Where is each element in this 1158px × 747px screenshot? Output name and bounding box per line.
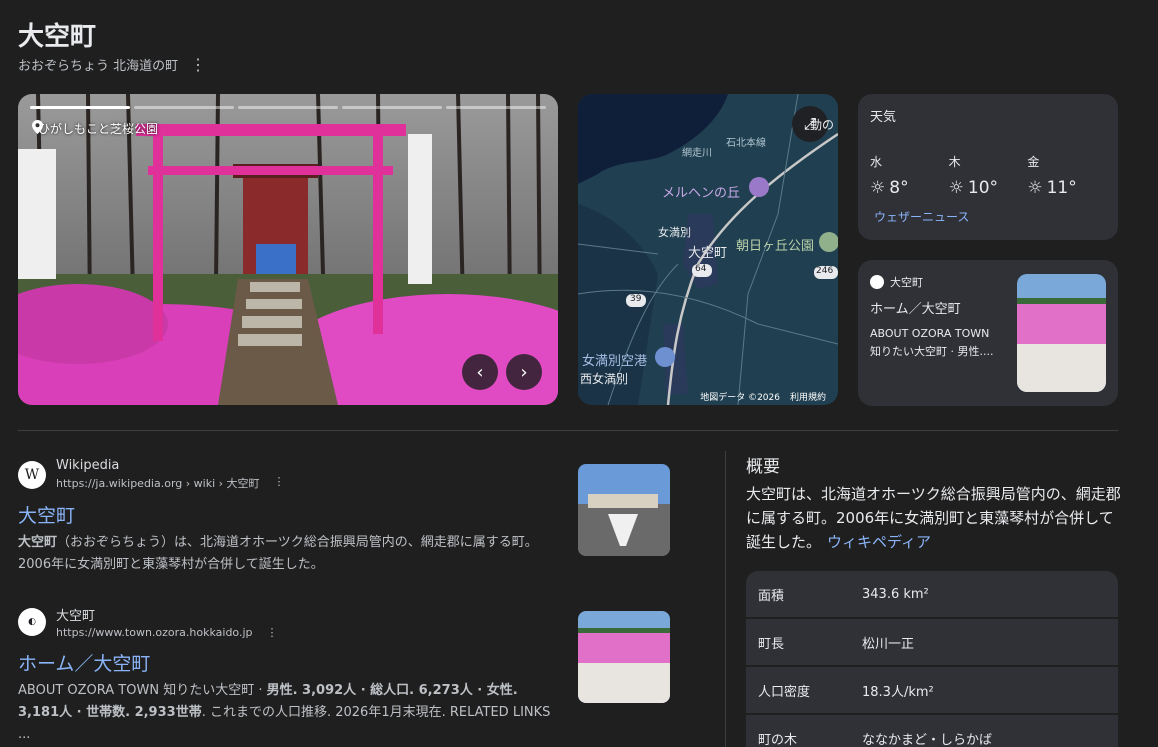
carousel-prev-button[interactable]: ‹: [462, 354, 498, 390]
map-label-park[interactable]: 朝日ヶ丘公園: [736, 235, 814, 254]
chevron-left-icon: ‹: [476, 361, 484, 383]
wikipedia-icon: W: [18, 460, 46, 489]
result-site-name: 大空町: [56, 609, 96, 624]
site-favicon-icon: [870, 275, 884, 289]
subtitle-text: おおぞらちょう 北海道の町: [18, 59, 179, 74]
fact-row: 面積 343.6 km²: [746, 571, 1118, 617]
column-divider: [725, 451, 726, 747]
wikipedia-link[interactable]: ウィキペディア: [827, 533, 931, 551]
result-title-link[interactable]: 大空町: [18, 501, 558, 528]
result-url-row: https://ja.wikipedia.org › wiki › 大空町 ⋮: [56, 475, 285, 491]
result-source[interactable]: W Wikipedia https://ja.wikipedia.org › w…: [18, 458, 558, 491]
result-url-row: https://www.town.ozora.hokkaido.jp ⋮: [56, 626, 278, 639]
weather-days: 水 ☼ 8° 木 ☼ 10° 金 ☼ 11°: [870, 153, 1106, 198]
more-options-icon[interactable]: ⋮: [267, 626, 278, 639]
day-temp: 10°: [967, 178, 999, 198]
day-name: 金: [1027, 155, 1040, 169]
snippet-text: ABOUT OZORA TOWN 知りたい大空町 ·: [18, 683, 267, 698]
fact-row: 町長 松川一正: [746, 619, 1118, 665]
weather-day[interactable]: 金 ☼ 11°: [1027, 153, 1106, 198]
result-thumbnail[interactable]: [578, 464, 670, 556]
town-logo-icon: ◐: [18, 608, 46, 636]
site-card-title[interactable]: ホーム／大空町: [870, 298, 961, 317]
fact-value[interactable]: ななかまど・しらかば: [862, 729, 1118, 747]
page-title: 大空町: [18, 22, 97, 52]
map-data-credit: 地図データ ©2026: [700, 393, 780, 403]
route-246: 246: [816, 266, 834, 276]
overview-text: 大空町は、北海道オホーツク総合振興局管内の、網走郡に属する町。2006年に女満別…: [746, 482, 1121, 554]
result-thumbnail[interactable]: [578, 611, 670, 703]
fact-key: 人口密度: [758, 684, 811, 700]
route-39: 39: [630, 294, 642, 304]
carousel-progress: [30, 106, 546, 109]
map-label-river: 網走川: [682, 148, 712, 159]
snippet-text: （おおぞらちょう）は、北海道オホーツク総合振興局管内の、網走郡に属する町。200…: [18, 535, 538, 572]
sun-icon: ☼: [1027, 178, 1043, 198]
fact-key: 面積: [758, 588, 785, 604]
hero-photo-carousel[interactable]: ひがしもこと芝桜公園 ‹ ›: [18, 94, 558, 405]
fact-row: 町の木 ななかまど・しらかば: [746, 715, 1118, 747]
map-label-nishi[interactable]: 西女満別: [580, 370, 628, 387]
map-label-rail: 石北本線: [726, 138, 766, 149]
chevron-right-icon: ›: [520, 361, 528, 383]
sun-icon: ☼: [948, 178, 964, 198]
weather-news-link[interactable]: ウェザーニュース: [874, 208, 969, 225]
fact-key: 町長: [758, 636, 785, 652]
fact-value: 343.6 km²: [862, 586, 929, 602]
sun-icon: ☼: [870, 178, 886, 198]
site-card-thumbnail[interactable]: [1017, 274, 1106, 392]
site-card-source: 大空町: [870, 274, 923, 290]
site-card[interactable]: 大空町 ホーム／大空町 ABOUT OZORA TOWN 知りたい大空町 · 男…: [858, 260, 1118, 406]
overview-title: 概要: [746, 457, 780, 477]
result-snippet: ABOUT OZORA TOWN 知りたい大空町 · 男性. 3,092人 · …: [18, 680, 558, 746]
site-card-name: 大空町: [890, 276, 923, 289]
fact-key: 町の木: [758, 732, 798, 747]
map-label-memanbetsu[interactable]: 女満別: [658, 224, 691, 240]
route-64: 64: [695, 264, 707, 274]
photo-location-tag[interactable]: ひがしもこと芝桜公園: [32, 120, 158, 137]
overview-description: 大空町は、北海道オホーツク総合振興局管内の、網走郡に属する町。2006年に女満別…: [746, 485, 1121, 551]
section-divider: [18, 430, 1118, 431]
carousel-next-button[interactable]: ›: [506, 354, 542, 390]
search-result: W Wikipedia https://ja.wikipedia.org › w…: [18, 458, 558, 576]
weather-card[interactable]: 天気 水 ☼ 8° 木 ☼ 10° 金 ☼ 11° ウェザーニュース: [858, 94, 1118, 240]
fact-value: 18.3人/km²: [862, 684, 934, 700]
day-temp: 8°: [889, 178, 909, 198]
day-name: 木: [948, 155, 961, 169]
weather-day[interactable]: 木 ☼ 10°: [949, 153, 1028, 198]
snippet-bold: 大空町: [18, 535, 58, 550]
fact-value[interactable]: 松川一正: [862, 633, 1118, 652]
more-options-icon[interactable]: ⋮: [186, 56, 210, 73]
map-terms-link[interactable]: 利用規約: [790, 390, 826, 403]
day-temp: 11°: [1046, 178, 1077, 198]
page-subtitle: おおぞらちょう 北海道の町 ⋮: [18, 55, 210, 74]
result-title-link[interactable]: ホーム／大空町: [18, 649, 558, 676]
facts-table: 面積 343.6 km² 町長 松川一正 人口密度 18.3人/km² 町の木 ななかま…: [746, 571, 1118, 747]
more-options-icon[interactable]: ⋮: [274, 475, 285, 491]
photo-location-label: ひがしもこと芝桜公園: [38, 122, 159, 136]
result-snippet: 大空町（おおぞらちょう）は、北海道オホーツク総合振興局管内の、網走郡に属する町。…: [18, 532, 558, 576]
map-label-airport[interactable]: 女満別空港: [582, 350, 647, 369]
search-result: ◐ 大空町 https://www.town.ozora.hokkaido.jp…: [18, 605, 558, 746]
site-card-snippet-line: ABOUT OZORA TOWN: [870, 327, 990, 340]
map-label-partial: 動の: [810, 118, 835, 132]
result-site-name: Wikipedia: [56, 458, 120, 473]
map-footer: 地図データ ©2026 利用規約: [700, 390, 826, 403]
weather-title: 天気: [870, 110, 897, 125]
fact-row: 人口密度 18.3人/km²: [746, 667, 1118, 713]
map-label-meruhen[interactable]: メルヘンの丘: [662, 182, 740, 201]
map-panel[interactable]: ⤢ 動の 石北本線 網走川 メルヘンの丘 女満別 大空町 朝日ヶ丘公園 女満別空…: [578, 94, 838, 405]
site-card-snippet-line: 知りたい大空町 · 男性....: [870, 345, 994, 358]
map-label-ozora[interactable]: 大空町: [688, 242, 727, 261]
result-source[interactable]: ◐ 大空町 https://www.town.ozora.hokkaido.jp…: [18, 605, 558, 639]
site-card-snippet: ABOUT OZORA TOWN 知りたい大空町 · 男性....: [870, 325, 1008, 361]
result-url: https://ja.wikipedia.org › wiki › 大空町: [56, 477, 260, 490]
day-name: 水: [870, 155, 883, 169]
weather-day[interactable]: 水 ☼ 8°: [870, 153, 949, 198]
result-url: https://www.town.ozora.hokkaido.jp: [56, 626, 253, 639]
